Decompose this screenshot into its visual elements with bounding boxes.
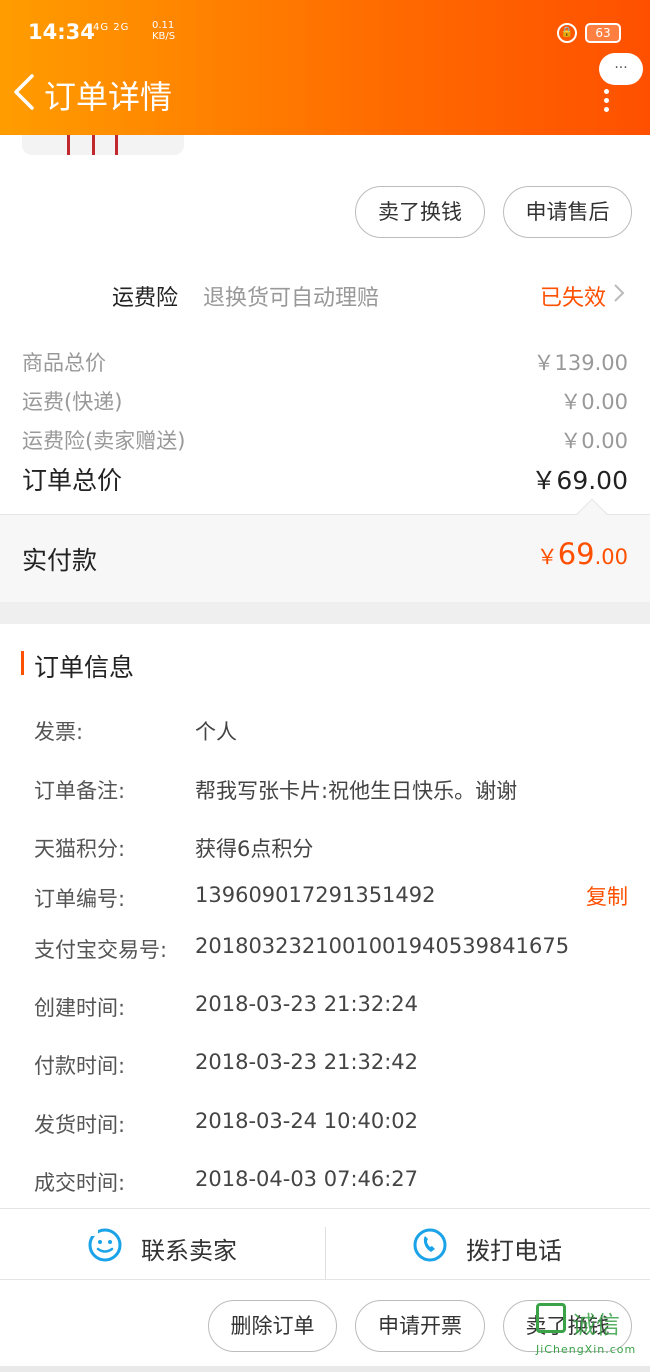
- insurance-label: 运费险: [112, 286, 179, 311]
- status-bar: 14:34 4G 2G 0.11 KB/S 🔒 63: [0, 0, 650, 66]
- signal-indicator: 4G 2G: [93, 22, 130, 33]
- contact-seller-button[interactable]: 联系卖家: [0, 1209, 325, 1281]
- order-total-value: ￥69.00: [531, 466, 628, 495]
- lock-icon: 🔒: [557, 23, 577, 43]
- watermark-emblem: [536, 1303, 566, 1333]
- order-number-value: 139609017291351492: [195, 883, 436, 907]
- info-value: 帮我写张卡片:祝他生日快乐。谢谢: [195, 779, 518, 803]
- shipping-fee-row: 运费(快递) ￥0.00: [22, 386, 628, 416]
- more-menu-bubble[interactable]: ···: [599, 53, 643, 85]
- info-key: 订单备注:: [34, 779, 126, 803]
- paid-integer: 69: [557, 537, 595, 571]
- contact-seller-label: 联系卖家: [141, 1237, 237, 1265]
- price-value: ￥139.00: [533, 351, 628, 375]
- call-phone-button[interactable]: 拨打电话: [326, 1209, 650, 1281]
- apply-invoice-button[interactable]: 申请开票: [355, 1300, 485, 1352]
- shipping-insurance-row[interactable]: 运费险 退换货可自动理赔 已失效: [0, 262, 650, 326]
- info-key: 创建时间:: [34, 996, 126, 1020]
- order-total-label: 订单总价: [22, 466, 123, 495]
- chevron-right-icon: [614, 284, 625, 302]
- status-time: 14:34: [28, 20, 95, 44]
- section-accent-bar: [21, 651, 24, 675]
- insurance-desc: 退换货可自动理赔: [203, 286, 380, 311]
- info-key: 订单编号:: [34, 887, 126, 911]
- info-value: 2018032321001001940539841675: [195, 934, 570, 958]
- info-key: 成交时间:: [34, 1171, 126, 1195]
- info-value: 个人: [195, 720, 237, 744]
- contact-bar: 联系卖家 拨打电话: [0, 1208, 650, 1280]
- call-phone-label: 拨打电话: [466, 1237, 562, 1265]
- info-value: 2018-03-24 10:40:02: [195, 1109, 419, 1133]
- phone-icon: [413, 1228, 447, 1262]
- insurance-status: 已失效: [540, 286, 607, 311]
- page-title: 订单详情: [44, 78, 173, 116]
- info-value: 获得6点积分: [195, 837, 314, 861]
- actual-paid-section: 实付款 ￥69.00: [0, 514, 650, 602]
- watermark-url: JiChengXin.com: [536, 1343, 637, 1356]
- paid-currency: ￥: [536, 545, 558, 569]
- paid-decimal: .00: [594, 545, 628, 569]
- info-key: 发票:: [34, 720, 84, 744]
- after-sale-button[interactable]: 申请售后: [503, 186, 632, 238]
- battery-icon: 63: [585, 23, 621, 43]
- info-value: 2018-03-23 21:32:42: [195, 1050, 419, 1074]
- delete-order-button[interactable]: 删除订单: [208, 1300, 337, 1352]
- section-divider: [0, 602, 650, 624]
- actual-paid-label: 实付款: [22, 546, 98, 575]
- copy-order-number-button[interactable]: 复制: [586, 881, 628, 911]
- order-total-row: 订单总价 ￥69.00: [22, 461, 628, 497]
- price-label: 运费险(卖家赠送): [22, 429, 186, 453]
- info-key: 发货时间:: [34, 1113, 126, 1137]
- back-arrow-icon[interactable]: [10, 70, 40, 114]
- network-speed: 0.11 KB/S: [152, 20, 175, 42]
- info-value: 2018-04-03 07:46:27: [195, 1167, 419, 1191]
- sell-for-cash-button[interactable]: 卖了换钱: [355, 186, 485, 238]
- info-key: 天猫积分:: [34, 837, 126, 861]
- info-key: 付款时间:: [34, 1054, 126, 1078]
- product-thumbnail[interactable]: [22, 135, 184, 155]
- price-value: ￥0.00: [560, 429, 628, 453]
- price-label: 商品总价: [22, 351, 106, 375]
- watermark-logo: 诚信 JiChengXin.com: [530, 1295, 650, 1370]
- goods-total-row: 商品总价 ￥139.00: [22, 347, 628, 377]
- insurance-fee-row: 运费险(卖家赠送) ￥0.00: [22, 425, 628, 455]
- kebab-menu-icon[interactable]: [597, 86, 615, 112]
- actual-paid-value: ￥69.00: [537, 537, 628, 571]
- app-header: 14:34 4G 2G 0.11 KB/S 🔒 63 订单详情 ···: [0, 0, 650, 135]
- network-speed-value: 0.11: [152, 20, 175, 31]
- info-key: 支付宝交易号:: [34, 938, 168, 962]
- watermark-text: 诚信: [572, 1311, 620, 1339]
- price-label: 运费(快递): [22, 390, 123, 414]
- info-value: 2018-03-23 21:32:24: [195, 992, 419, 1016]
- order-info-title: 订单信息: [34, 653, 135, 682]
- price-value: ￥0.00: [560, 390, 628, 414]
- network-speed-unit: KB/S: [152, 31, 176, 42]
- chat-face-icon: [88, 1227, 122, 1262]
